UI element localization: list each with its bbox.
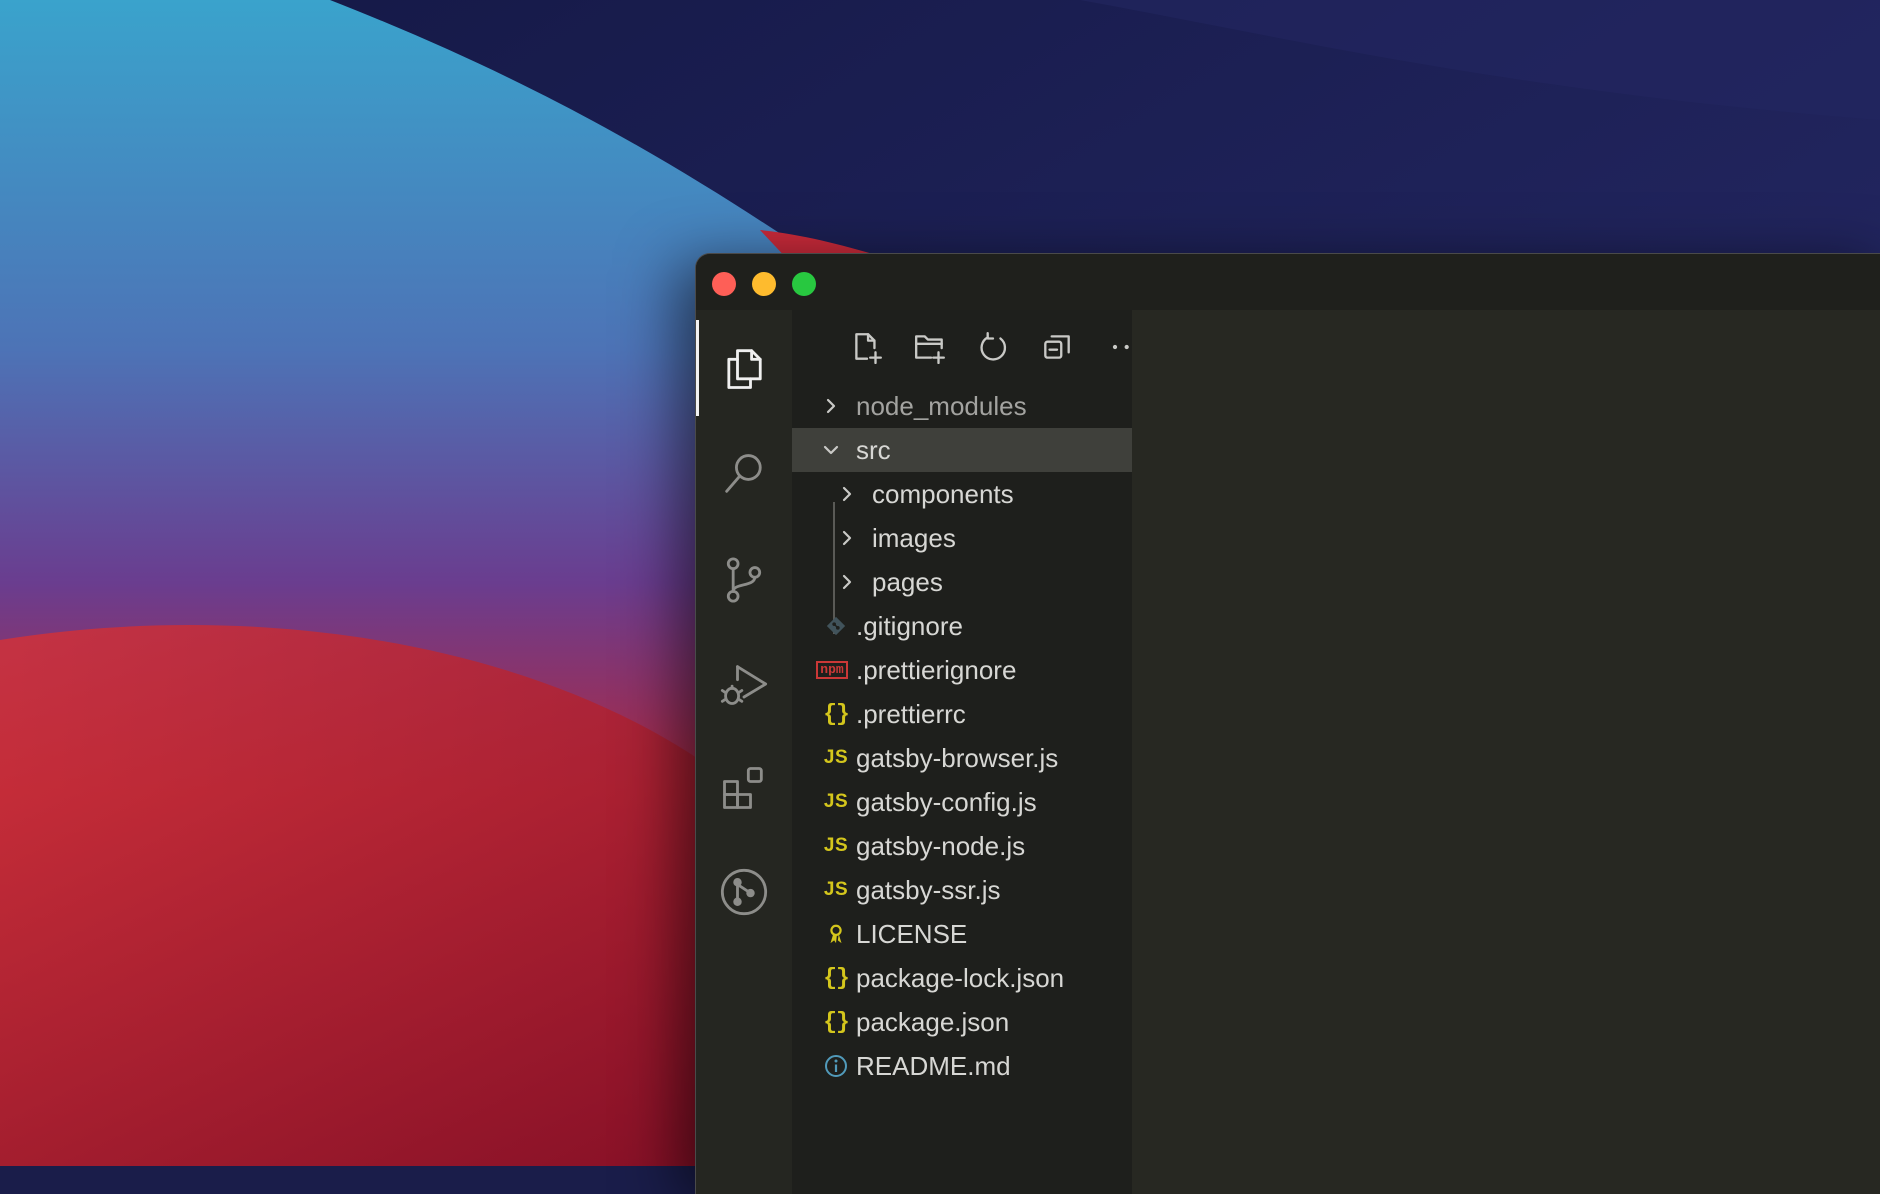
source-control-icon xyxy=(726,557,762,603)
tree-item-node-modules[interactable]: node_modules xyxy=(792,384,1132,428)
file-tree: node_modules src components images pages xyxy=(792,384,1132,1088)
activity-search[interactable] xyxy=(696,426,792,522)
refresh-icon xyxy=(980,332,1007,361)
minimize-window-button[interactable] xyxy=(752,272,776,296)
tree-item-label: gatsby-node.js xyxy=(856,830,1026,861)
title-bar xyxy=(696,254,1880,310)
activity-source-control[interactable] xyxy=(696,532,792,628)
tree-item-label: src xyxy=(856,434,891,465)
new-file-button[interactable] xyxy=(846,326,888,368)
new-file-icon xyxy=(855,333,882,364)
tree-item-prettierignore[interactable]: npm .prettierignore xyxy=(792,648,1132,692)
js-icon: JS xyxy=(823,747,849,768)
new-folder-button[interactable] xyxy=(909,326,951,368)
tree-item-gatsby-node[interactable]: JS gatsby-node.js xyxy=(792,824,1132,868)
tree-item-label: gatsby-config.js xyxy=(856,786,1037,817)
license-icon xyxy=(820,920,852,948)
vscode-window: node_modules src components images pages xyxy=(696,254,1880,1194)
tree-item-label: node_modules xyxy=(856,390,1027,421)
tree-item-components[interactable]: components xyxy=(792,472,1132,516)
tree-item-label: .gitignore xyxy=(856,610,963,641)
files-icon xyxy=(727,349,762,389)
activity-run-debug[interactable] xyxy=(696,636,792,732)
git-graph-icon xyxy=(720,868,768,916)
tree-item-label: gatsby-browser.js xyxy=(856,742,1059,773)
npm-icon: npm xyxy=(816,656,848,684)
tree-item-gatsby-config[interactable]: JS gatsby-config.js xyxy=(792,780,1132,824)
tree-item-label: package.json xyxy=(856,1006,1010,1037)
tree-item-label: gatsby-ssr.js xyxy=(856,874,1001,905)
activity-explorer[interactable] xyxy=(696,320,792,416)
tree-item-label: images xyxy=(872,522,956,553)
activity-bar xyxy=(696,310,792,1194)
chevron-down-icon xyxy=(822,441,840,459)
run-debug-icon xyxy=(720,665,768,705)
tree-item-src[interactable]: src xyxy=(792,428,1132,472)
info-icon xyxy=(820,1052,852,1080)
tree-item-pages[interactable]: pages xyxy=(792,560,1132,604)
collapse-all-icon xyxy=(1044,335,1070,359)
tree-item-prettierrc[interactable]: {} .prettierrc xyxy=(792,692,1132,736)
more-actions-button[interactable] xyxy=(1094,326,1136,368)
tree-item-gatsby-ssr[interactable]: JS gatsby-ssr.js xyxy=(792,868,1132,912)
maximize-window-button[interactable] xyxy=(792,272,816,296)
ellipsis-icon xyxy=(1112,344,1129,350)
braces-icon: {} xyxy=(823,701,850,727)
close-window-button[interactable] xyxy=(712,272,736,296)
tree-item-label: components xyxy=(872,478,1014,509)
braces-icon: {} xyxy=(823,965,850,991)
activity-git-graph[interactable] xyxy=(696,844,792,940)
tree-item-label: .prettierignore xyxy=(856,654,1017,685)
chevron-right-icon xyxy=(838,485,856,503)
tree-item-gatsby-browser[interactable]: JS gatsby-browser.js xyxy=(792,736,1132,780)
tree-item-label: LICENSE xyxy=(856,918,968,949)
extensions-icon xyxy=(723,767,763,809)
tree-item-package-lock[interactable]: {} package-lock.json xyxy=(792,956,1132,1000)
new-folder-icon xyxy=(915,335,945,364)
tree-item-package-json[interactable]: {} package.json xyxy=(792,1000,1132,1044)
tree-item-readme[interactable]: README.md xyxy=(792,1044,1132,1088)
git-icon xyxy=(820,612,852,640)
editor-area[interactable] xyxy=(1132,310,1880,1194)
tree-item-gitignore[interactable]: .gitignore xyxy=(792,604,1132,648)
tree-item-label: .prettierrc xyxy=(856,698,966,729)
activity-extensions[interactable] xyxy=(696,740,792,836)
js-icon: JS xyxy=(823,835,849,856)
tree-item-label: package-lock.json xyxy=(856,962,1065,993)
explorer-sidebar: node_modules src components images pages xyxy=(792,310,1132,1194)
tree-item-images[interactable]: images xyxy=(792,516,1132,560)
js-icon: JS xyxy=(823,879,849,900)
tree-item-label: README.md xyxy=(856,1050,1011,1081)
tree-item-label: pages xyxy=(872,566,943,597)
chevron-right-icon xyxy=(838,573,856,591)
braces-icon: {} xyxy=(823,1009,850,1035)
search-icon xyxy=(725,454,762,493)
js-icon: JS xyxy=(823,791,849,812)
chevron-right-icon xyxy=(822,397,840,415)
chevron-right-icon xyxy=(838,529,856,547)
explorer-toolbar xyxy=(792,310,1132,384)
refresh-button[interactable] xyxy=(972,326,1014,368)
tree-item-license[interactable]: LICENSE xyxy=(792,912,1132,956)
collapse-all-button[interactable] xyxy=(1036,326,1078,368)
